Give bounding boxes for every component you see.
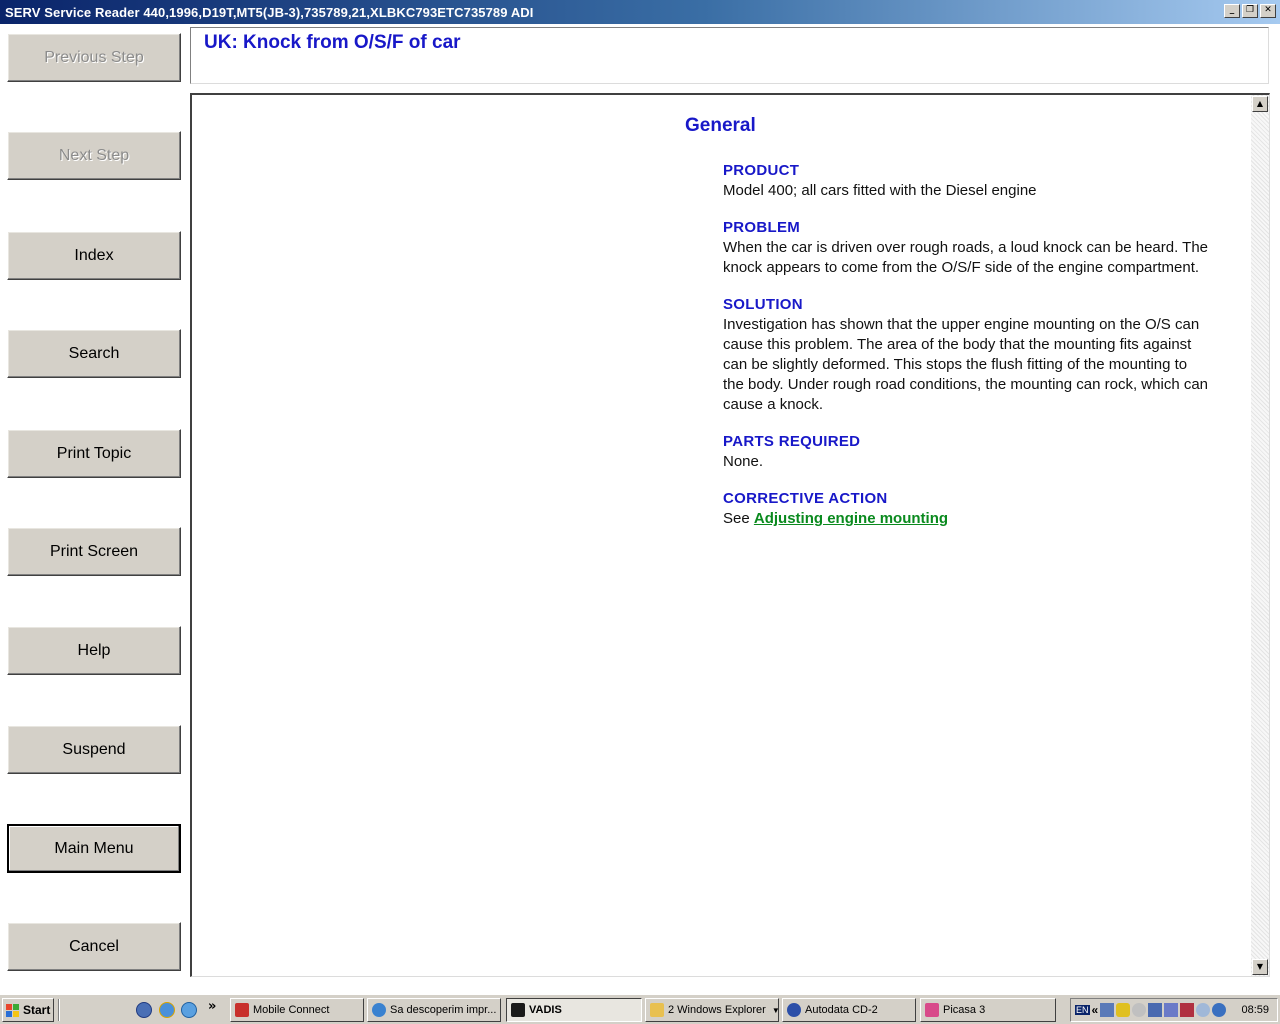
vertical-scrollbar[interactable]: ▲ ▼ (1251, 95, 1269, 976)
internet-explorer-icon (372, 1003, 386, 1017)
task-label: Mobile Connect (253, 1004, 330, 1016)
network-icon[interactable] (1100, 1003, 1115, 1017)
print-topic-button[interactable]: Print Topic (7, 429, 181, 478)
solution-body-line: Investigation has shown that the upper e… (723, 316, 1200, 333)
windows-logo-icon (6, 1003, 20, 1017)
cancel-button[interactable]: Cancel (7, 922, 181, 971)
quick-launch-app-icon[interactable] (136, 1002, 152, 1018)
parts-required-heading: PARTS REQUIRED (723, 433, 861, 450)
solution-body-line: cause this problem. The area of the body… (723, 336, 1192, 353)
quick-launch-browser-icon[interactable] (181, 1002, 197, 1018)
search-button[interactable]: Search (7, 329, 181, 378)
picasa-icon (925, 1003, 939, 1017)
task-autodata[interactable]: Autodata CD-2 (782, 998, 916, 1022)
suspend-button[interactable]: Suspend (7, 725, 181, 774)
corrective-action-prefix: See (723, 510, 750, 527)
solution-section: SOLUTION Investigation has shown that th… (723, 295, 1243, 415)
product-heading: PRODUCT (723, 162, 800, 179)
window-title: SERV Service Reader 440,1996,D19T,MT5(JB… (5, 4, 534, 20)
corrective-action-heading: CORRECTIVE ACTION (723, 490, 888, 507)
quick-launch-overflow[interactable]: » (208, 999, 216, 1014)
start-button[interactable]: Start (2, 998, 54, 1022)
tray-app-icon[interactable] (1132, 1003, 1147, 1017)
section-heading-general: General (685, 115, 756, 136)
task-label: VADIS (529, 1004, 562, 1016)
update-icon[interactable] (1212, 1003, 1227, 1017)
clock[interactable]: 08:59 (1241, 1004, 1277, 1016)
document-pane: General PRODUCT Model 400; all cars fitt… (190, 93, 1270, 977)
mobile-connect-icon (235, 1003, 249, 1017)
solution-body-line: can be slightly deformed. This stops the… (723, 356, 1188, 373)
solution-heading: SOLUTION (723, 296, 803, 313)
topic-header: UK: Knock from O/S/F of car (190, 27, 1269, 84)
product-section: PRODUCT Model 400; all cars fitted with … (723, 161, 1243, 201)
folder-icon (650, 1003, 664, 1017)
scroll-up-arrow-icon[interactable]: ▲ (1252, 96, 1268, 112)
display-icon[interactable] (1148, 1003, 1163, 1017)
task-picasa[interactable]: Picasa 3 (920, 998, 1056, 1022)
problem-heading: PROBLEM (723, 219, 801, 236)
restore-button[interactable]: ❐ (1242, 4, 1258, 18)
problem-body-line: knock appears to come from the O/S/F sid… (723, 259, 1200, 276)
index-button[interactable]: Index (7, 231, 181, 280)
minimize-button[interactable]: _ (1224, 4, 1240, 18)
help-button[interactable]: Help (7, 626, 181, 675)
parts-required-body: None. (723, 453, 764, 470)
volume-icon[interactable] (1196, 1003, 1211, 1017)
title-bar: SERV Service Reader 440,1996,D19T,MT5(JB… (0, 0, 1280, 24)
task-label: Autodata CD-2 (805, 1004, 878, 1016)
corrective-action-section: CORRECTIVE ACTION See Adjusting engine m… (723, 489, 1243, 529)
adjusting-engine-mounting-link[interactable]: Adjusting engine mounting (754, 510, 948, 527)
system-tray: EN « 08:59 (1070, 998, 1278, 1022)
task-vadis[interactable]: VADIS (506, 998, 642, 1022)
product-body: Model 400; all cars fitted with the Dies… (723, 182, 1037, 199)
start-label: Start (23, 1003, 51, 1017)
task-label: 2 Windows Explorer (668, 1004, 766, 1016)
previous-step-button[interactable]: Previous Step (7, 33, 181, 82)
monitor-icon[interactable] (1164, 1003, 1179, 1017)
close-button[interactable]: ✕ (1260, 4, 1276, 18)
solution-body-line: the body. Under rough road conditions, t… (723, 376, 1209, 393)
antivirus-icon[interactable] (1180, 1003, 1195, 1017)
problem-section: PROBLEM When the car is driven over roug… (723, 218, 1243, 278)
corrective-action-body: See Adjusting engine mounting (723, 509, 1243, 529)
task-label: Sa descoperim impr... (390, 1004, 497, 1016)
next-step-button[interactable]: Next Step (7, 131, 181, 180)
solution-body-line: cause a knock. (723, 396, 824, 413)
task-internet-explorer[interactable]: Sa descoperim impr... (367, 998, 501, 1022)
vadis-icon (511, 1003, 525, 1017)
taskbar-divider (58, 999, 60, 1021)
taskbar: Start » Mobile Connect Sa descoperim imp… (0, 994, 1280, 1024)
problem-body-line: When the car is driven over rough roads,… (723, 239, 1209, 256)
scroll-down-arrow-icon[interactable]: ▼ (1252, 959, 1268, 975)
dropdown-arrow-icon: ▼ (771, 1005, 779, 1015)
tray-expand-chevron[interactable]: « (1092, 1003, 1099, 1017)
parts-required-section: PARTS REQUIRED None. (723, 432, 1243, 472)
topic-title: UK: Knock from O/S/F of car (204, 32, 461, 53)
autodata-icon (787, 1003, 801, 1017)
security-shield-icon[interactable] (1116, 1003, 1131, 1017)
quick-launch-ie-icon[interactable] (159, 1002, 175, 1018)
main-menu-button[interactable]: Main Menu (7, 824, 181, 873)
task-windows-explorer[interactable]: 2 Windows Explorer ▼ (645, 998, 779, 1022)
language-indicator[interactable]: EN (1075, 1005, 1090, 1015)
print-screen-button[interactable]: Print Screen (7, 527, 181, 576)
task-mobile-connect[interactable]: Mobile Connect (230, 998, 364, 1022)
task-label: Picasa 3 (943, 1004, 986, 1016)
